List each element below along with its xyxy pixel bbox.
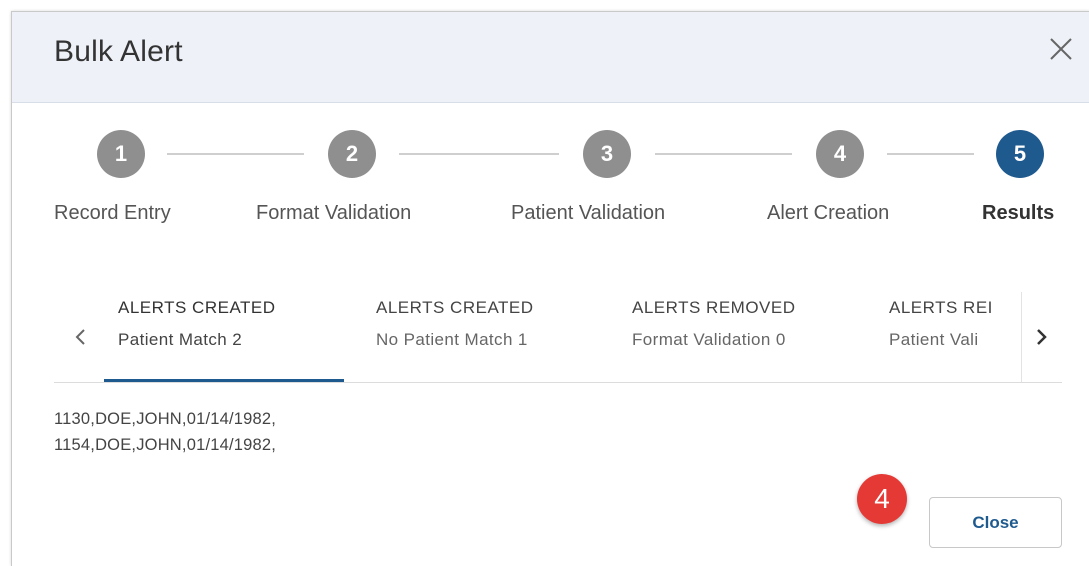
results-tabs: ALERTS CREATED Patient Match 2 ALERTS CR… <box>54 282 1062 383</box>
close-button[interactable]: Close <box>929 497 1062 548</box>
tab-alerts-created-no-patient-match[interactable]: ALERTS CREATED No Patient Match 1 <box>362 282 602 382</box>
step-2-label: Format Validation <box>256 202 412 224</box>
tab-alerts-removed-patient-validation[interactable]: ALERTS REI Patient Vali <box>875 282 1006 382</box>
tab-title: ALERTS CREATED <box>376 298 534 317</box>
step-1-label: Record Entry <box>54 202 171 224</box>
stepper: 1 2 3 4 5 Record Entry Format Validation… <box>12 130 1089 240</box>
result-line: 1154,DOE,JOHN,01/14/1982, <box>54 436 277 454</box>
tab-alerts-removed-format-validation[interactable]: ALERTS REMOVED Format Validation 0 <box>618 282 858 382</box>
results-list: 1130,DOE,JOHN,01/14/1982, 1154,DOE,JOHN,… <box>54 406 276 458</box>
step-connector <box>399 153 559 155</box>
dialog-header: Bulk Alert <box>12 12 1089 103</box>
step-2-circle: 2 <box>328 130 376 178</box>
step-connector <box>887 153 974 155</box>
step-3-label: Patient Validation <box>511 202 666 224</box>
step-5-circle: 5 <box>996 130 1044 178</box>
step-connector <box>167 153 304 155</box>
step-callout-badge: 4 <box>857 474 907 524</box>
tab-subtitle: Patient Vali <box>889 330 979 349</box>
step-4-circle: 4 <box>816 130 864 178</box>
step-5-label: Results <box>982 202 1055 224</box>
chevron-right-icon[interactable] <box>1026 322 1056 352</box>
step-4-label: Alert Creation <box>767 202 890 224</box>
step-3-circle: 3 <box>583 130 631 178</box>
tab-subtitle: Format Validation 0 <box>632 330 786 349</box>
dialog-title: Bulk Alert <box>54 35 183 68</box>
close-icon[interactable] <box>1044 32 1078 66</box>
step-1-circle: 1 <box>97 130 145 178</box>
bulk-alert-dialog: Bulk Alert 1 2 3 4 5 Record Entry Format… <box>11 11 1089 566</box>
result-line: 1130,DOE,JOHN,01/14/1982, <box>54 410 277 428</box>
tab-title: ALERTS CREATED <box>118 298 276 317</box>
active-tab-indicator <box>104 379 344 382</box>
tab-subtitle: No Patient Match 1 <box>376 330 528 349</box>
chevron-left-icon[interactable] <box>66 322 96 352</box>
tabs-divider <box>1021 292 1022 382</box>
tabs-scroll-area: ALERTS CREATED Patient Match 2 ALERTS CR… <box>104 282 1006 382</box>
tab-title: ALERTS REI <box>889 298 993 317</box>
tab-subtitle: Patient Match 2 <box>118 330 243 349</box>
step-connector <box>655 153 792 155</box>
tab-alerts-created-patient-match[interactable]: ALERTS CREATED Patient Match 2 <box>104 282 344 382</box>
tab-title: ALERTS REMOVED <box>632 298 796 317</box>
